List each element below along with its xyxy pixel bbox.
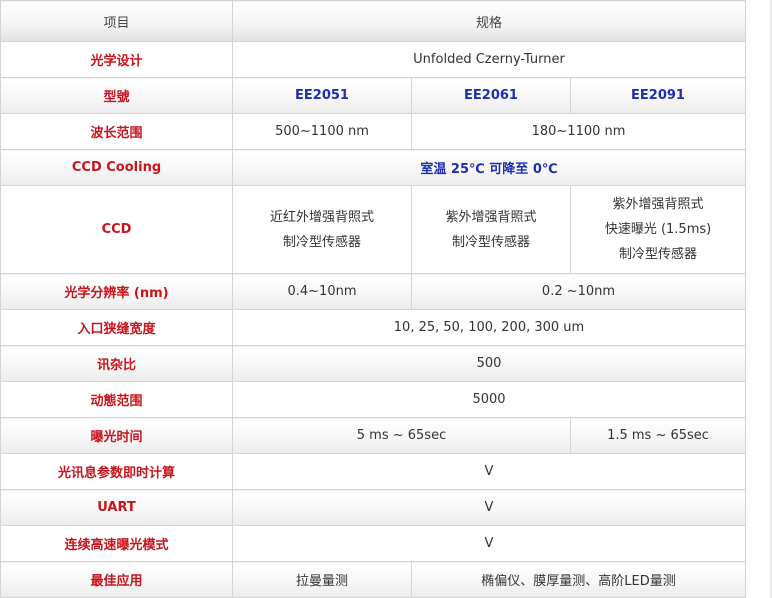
row-resolution: 光学分辨率 (nm) 0.4~10nm 0.2 ~10nm <box>0 273 747 310</box>
header-row: 项目 规格 <box>0 0 747 42</box>
row-label: UART <box>0 489 233 526</box>
model-ee2061: EE2061 <box>411 77 571 114</box>
row-value: 室温 25℃ 可降至 0℃ <box>231 149 747 186</box>
row-value: 0.2 ~10nm <box>410 273 747 310</box>
ccd-ee2051: 近红外增强背照式 制冷型传感器 <box>232 185 412 274</box>
ccd-line: 快速曝光 (1.5ms) <box>604 222 712 237</box>
ccd-line: 紫外增强背照式 <box>445 209 537 225</box>
row-value: 500 <box>231 345 747 382</box>
row-value: 1.5 ms ~ 65sec <box>569 417 747 454</box>
row-optical-design: 光学设计 Unfolded Czerny-Turner <box>0 41 747 78</box>
row-value: Unfolded Czerny-Turner <box>231 41 747 78</box>
row-label: 最佳应用 <box>0 561 233 598</box>
row-label: 讯杂比 <box>0 345 233 382</box>
row-value: V <box>231 525 747 562</box>
row-wavelength: 波长范围 500~1100 nm 180~1100 nm <box>0 113 747 150</box>
row-uart: UART V <box>0 489 747 526</box>
row-slit: 入口狭缝宽度 10, 25, 50, 100, 200, 300 um <box>0 309 747 346</box>
row-label: 入口狭缝宽度 <box>0 309 233 346</box>
row-value: 5 ms ~ 65sec <box>232 417 571 454</box>
row-value: V <box>231 453 747 490</box>
row-ccd-cooling: CCD Cooling 室温 25℃ 可降至 0℃ <box>0 149 747 186</box>
row-model: 型號 EE2051 EE2061 EE2091 <box>0 77 747 114</box>
header-item: 项目 <box>0 0 233 42</box>
row-label: 动態范围 <box>0 381 233 418</box>
ccd-ee2061: 紫外增强背照式 制冷型传感器 <box>411 185 571 274</box>
row-label: 曝光时间 <box>0 417 233 454</box>
row-label: 光讯息参数即时计算 <box>0 453 233 490</box>
row-value: 0.4~10nm <box>232 273 412 310</box>
ccd-line: 制冷型传感器 <box>451 234 530 250</box>
row-exposure: 曝光时间 5 ms ~ 65sec 1.5 ms ~ 65sec <box>0 417 747 454</box>
model-ee2091: EE2091 <box>569 77 747 114</box>
row-value: 拉曼量测 <box>232 561 412 598</box>
row-dynamic-range: 动態范围 5000 <box>0 381 747 418</box>
row-label: 波长范围 <box>0 113 233 150</box>
ccd-line: 近红外增强背照式 <box>269 209 374 225</box>
row-application: 最佳应用 拉曼量测 椭偏仪、膜厚量测、高阶LED量测 <box>0 561 747 598</box>
model-ee2051: EE2051 <box>232 77 412 114</box>
spec-table: 项目 规格 光学设计 Unfolded Czerny-Turner 型號 EE2… <box>0 0 747 598</box>
row-value: 5000 <box>231 381 747 418</box>
row-label: 型號 <box>0 77 233 114</box>
row-realtime-calc: 光讯息参数即时计算 V <box>0 453 747 490</box>
ccd-line: 紫外增强背照式 <box>612 197 704 212</box>
row-label: 连续高速曝光模式 <box>0 525 233 562</box>
row-ccd: CCD 近红外增强背照式 制冷型传感器 紫外增强背照式 制冷型传感器 紫外增强背… <box>0 185 747 274</box>
ccd-line: 制冷型传感器 <box>619 247 698 262</box>
ccd-ee2091: 紫外增强背照式 快速曝光 (1.5ms) 制冷型传感器 <box>569 185 747 274</box>
row-label: 光学分辨率 (nm) <box>0 273 233 310</box>
header-spec: 规格 <box>231 0 747 42</box>
row-snr: 讯杂比 500 <box>0 345 747 382</box>
ccd-line: 制冷型传感器 <box>282 234 361 250</box>
row-value: 椭偏仪、膜厚量测、高阶LED量测 <box>410 561 747 598</box>
row-label: 光学设计 <box>0 41 233 78</box>
row-burst-mode: 连续高速曝光模式 V <box>0 525 747 562</box>
row-value: 180~1100 nm <box>410 113 747 150</box>
row-value: 500~1100 nm <box>232 113 412 150</box>
row-label: CCD Cooling <box>0 149 233 186</box>
row-label: CCD <box>0 185 233 274</box>
row-value: 10, 25, 50, 100, 200, 300 um <box>231 309 747 346</box>
row-value: V <box>231 489 747 526</box>
